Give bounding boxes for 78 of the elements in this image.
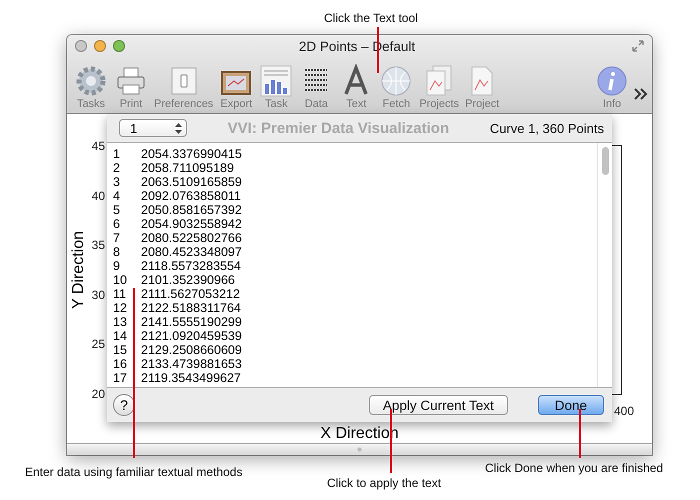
x-tick-label: 400 [614, 404, 634, 418]
row-number: 4 [113, 189, 121, 203]
row-number: 3 [113, 175, 121, 189]
row-value: 2118.5573283554 [141, 259, 241, 273]
gear-icon [74, 64, 108, 98]
help-button[interactable]: ? [113, 394, 135, 416]
toolbar-button[interactable]: Preferences [153, 64, 214, 110]
row-number: 2 [113, 161, 121, 175]
callout-text: Enter data using familiar textual methods [25, 465, 242, 479]
info-icon [595, 64, 629, 98]
row-number: 13 [113, 315, 128, 329]
row-number: 14 [113, 329, 128, 343]
plot-title: VVI: Premier Data Visualization [226, 120, 450, 136]
stepper-icon [175, 122, 182, 134]
apply-button[interactable]: Apply Current Text [368, 395, 508, 415]
close-button[interactable] [75, 40, 87, 52]
row-value: 2101.352390966 [141, 273, 235, 287]
row-value: 2092.0763858011 [141, 189, 241, 203]
toolbar-button[interactable]: Export [218, 64, 254, 110]
row-value: 2133.4739881653 [141, 357, 242, 371]
row-value: 2122.5188311764 [141, 301, 241, 315]
y-tick-label: 30 [92, 288, 105, 302]
row-value: 2129.2508660609 [141, 343, 242, 357]
callout-text: Click the Text tool [324, 11, 418, 25]
row-number: 7 [113, 231, 121, 245]
row-number: 15 [113, 343, 128, 357]
row-number: 1 [113, 147, 121, 161]
toolbar-button[interactable]: Project [464, 64, 500, 110]
resize-dot-icon[interactable] [357, 447, 362, 452]
row-number: 17 [113, 371, 128, 385]
row-value: 2058.711095189 [141, 161, 234, 175]
row-value: 2054.9032558942 [141, 217, 242, 231]
y-tick-label: 45 [92, 139, 105, 153]
row-value: 2054.3376990415 [141, 147, 242, 161]
done-button[interactable]: Done [538, 395, 604, 415]
row-number: 8 [113, 245, 121, 259]
row-number: 12 [113, 301, 128, 315]
row-value: 2141.5555190299 [141, 315, 242, 329]
callout-text: Click to apply the text [327, 476, 442, 490]
row-number: 5 [113, 203, 121, 217]
toolbar-button[interactable]: Info [594, 64, 630, 110]
toolbar-button[interactable]: Text [338, 64, 374, 110]
curve-info: Curve 1, 360 Points [490, 120, 604, 136]
minimize-button[interactable] [94, 40, 106, 52]
row-value: 2121.0920459539 [141, 329, 242, 343]
globe-icon [379, 64, 414, 98]
scrollbar-thumb[interactable] [602, 147, 608, 175]
row-value: 2050.8581657392 [141, 203, 242, 217]
toolbar-button[interactable]: Print [113, 64, 149, 110]
row-number: 6 [113, 217, 121, 231]
row-number: 11 [113, 287, 127, 301]
curve-select[interactable]: 1 [119, 119, 187, 137]
toolbar-button[interactable]: Projects [418, 64, 460, 110]
y-tick-label: 20 [92, 386, 105, 401]
y-tick-label: 25 [92, 337, 105, 352]
chevron-icon[interactable] [634, 88, 648, 100]
row-value: 2119.3543499627 [141, 371, 241, 385]
toolbar-button[interactable]: Fetch [378, 64, 414, 110]
row-value: 2111.5627053212 [141, 287, 240, 301]
callout-text: Click Done when you are finished [485, 461, 664, 475]
fullscreen-icon[interactable] [632, 40, 644, 52]
bar-chart-icon [259, 64, 294, 98]
row-value: 2080.4523348097 [141, 245, 242, 259]
y-tick-label: 40 [92, 188, 105, 203]
toolbar-button[interactable]: Task [258, 64, 294, 110]
y-tick-label: 35 [92, 238, 105, 252]
zoom-button[interactable] [113, 40, 125, 52]
row-number: 16 [113, 357, 128, 371]
row-number: 10 [113, 273, 128, 287]
row-value: 2080.5225802766 [141, 231, 242, 245]
leader-line [390, 409, 392, 473]
row-value: 2063.5109165859 [141, 175, 242, 189]
toolbar-button[interactable]: Tasks [73, 64, 109, 110]
data-text-area[interactable] [107, 142, 612, 388]
leader-line [579, 409, 581, 458]
y-axis-label: Y Direction [70, 231, 88, 309]
toolbar-button[interactable]: Data [298, 64, 334, 110]
row-number: 9 [113, 259, 121, 273]
